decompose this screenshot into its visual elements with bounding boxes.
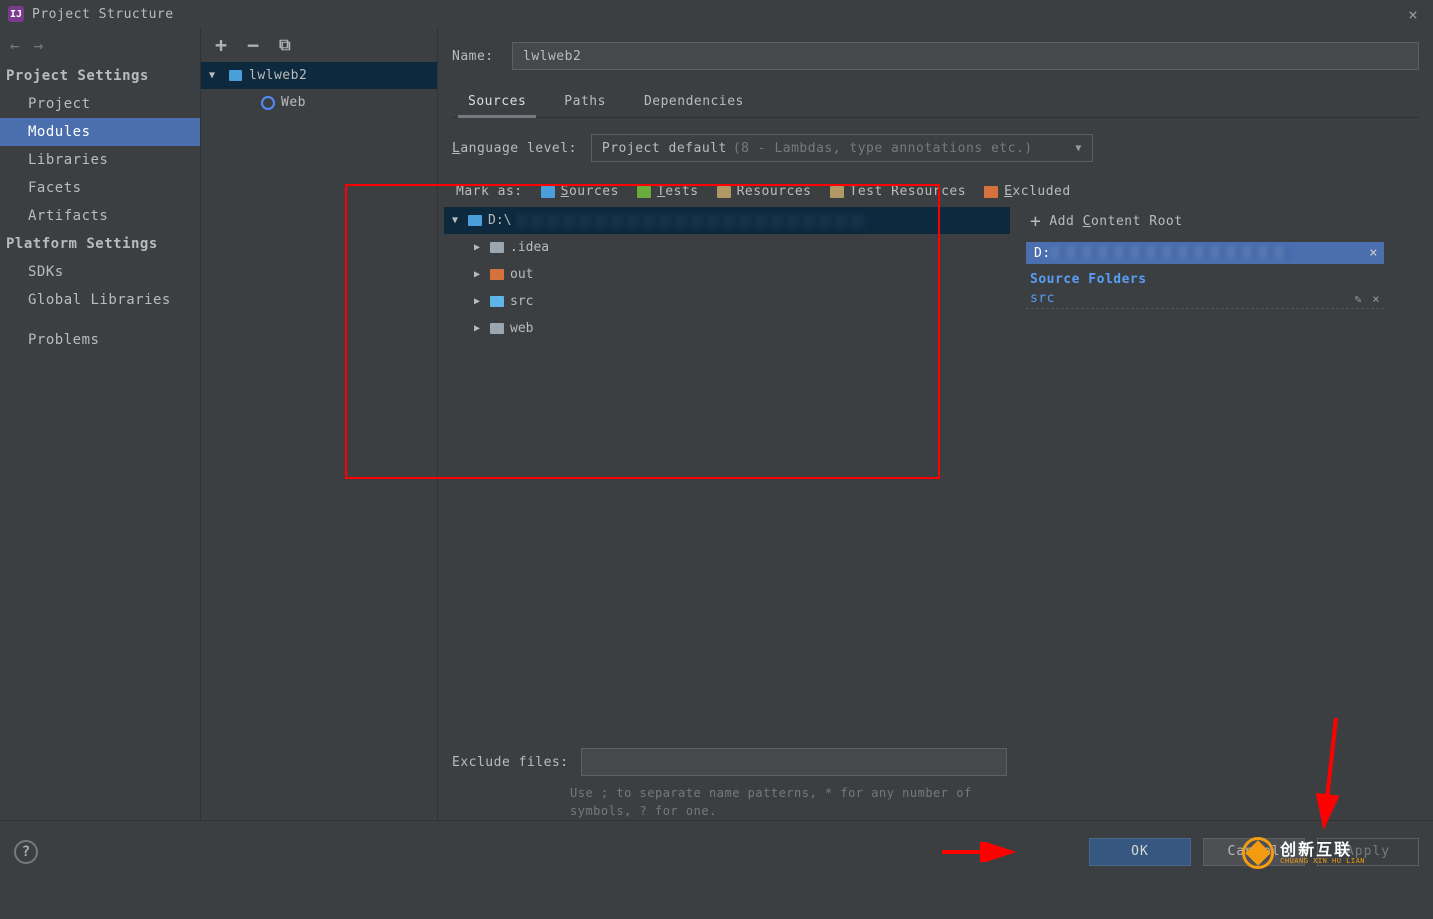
folder-row-idea[interactable]: ▶ .idea <box>444 234 1010 261</box>
folder-icon <box>490 242 504 253</box>
plus-icon: + <box>1030 211 1041 232</box>
settings-sidebar: ← → Project Settings Project Modules Lib… <box>0 28 201 820</box>
mark-resources-button[interactable]: Resources <box>717 184 812 199</box>
mark-as-label: Mark as: <box>456 184 523 199</box>
app-icon: IJ <box>8 6 24 22</box>
source-folder-item[interactable]: src ✎ × <box>1026 289 1384 309</box>
sidebar-item-project[interactable]: Project <box>0 90 200 118</box>
remove-icon[interactable]: × <box>1372 292 1380 306</box>
folder-icon <box>490 296 504 307</box>
facet-label: Web <box>281 95 306 110</box>
sidebar-item-artifacts[interactable]: Artifacts <box>0 202 200 230</box>
redacted-path <box>1051 247 1291 259</box>
folder-row-web[interactable]: ▶ web <box>444 315 1010 342</box>
folder-icon <box>468 215 482 226</box>
sidebar-item-facets[interactable]: Facets <box>0 174 200 202</box>
close-icon[interactable]: × <box>1401 5 1425 24</box>
ok-button[interactable]: OK <box>1089 838 1191 866</box>
resources-color-icon <box>717 186 731 198</box>
chevron-down-icon: ▼ <box>1075 143 1082 154</box>
mark-excluded-button[interactable]: Excluded <box>984 184 1071 199</box>
name-label: Name: <box>452 49 502 64</box>
module-name-input[interactable] <box>512 42 1419 70</box>
tab-dependencies[interactable]: Dependencies <box>640 88 748 117</box>
module-node-root[interactable]: ▼ lwlweb2 <box>201 62 437 89</box>
module-node-web[interactable]: Web <box>201 89 437 116</box>
folder-row-src[interactable]: ▶ src <box>444 288 1010 315</box>
folder-icon <box>490 269 504 280</box>
folder-label: web <box>510 321 533 336</box>
remove-module-icon[interactable]: − <box>247 33 259 57</box>
help-button[interactable]: ? <box>14 840 38 864</box>
sidebar-item-sdks[interactable]: SDKs <box>0 258 200 286</box>
module-tabs: Sources Paths Dependencies <box>452 88 1419 118</box>
logo-text-cn: 创新互联 <box>1280 842 1365 858</box>
logo-text-en: CHUANG XIN HU LIAN <box>1280 858 1365 865</box>
exclude-files-input[interactable] <box>581 748 1007 776</box>
nav-back-icon[interactable]: ← <box>10 36 20 55</box>
redacted-path <box>517 214 867 228</box>
source-folders-header: Source Folders <box>1026 264 1384 289</box>
content-roots-panel: + Add Content Root D: × Source Folders s… <box>1026 207 1384 476</box>
nav-forward-icon[interactable]: → <box>34 36 44 55</box>
remove-root-icon[interactable]: × <box>1369 245 1378 261</box>
module-content: Name: Sources Paths Dependencies Languag… <box>438 28 1433 820</box>
edit-icon[interactable]: ✎ <box>1355 292 1363 306</box>
language-level-hint: (8 - Lambdas, type annotations etc.) <box>733 141 1033 156</box>
exclude-hint: Use ; to separate name patterns, * for a… <box>452 780 1012 820</box>
folder-label: .idea <box>510 240 549 255</box>
exclude-files-label: Exclude files: <box>452 755 569 770</box>
watermark-logo: 创新互联 CHUANG XIN HU LIAN <box>1242 837 1365 869</box>
sidebar-item-modules[interactable]: Modules <box>0 118 200 146</box>
mark-sources-button[interactable]: Sources <box>541 184 619 199</box>
tab-sources[interactable]: Sources <box>464 88 530 117</box>
content-root-row[interactable]: ▼ D:\ <box>444 207 1010 234</box>
logo-icon <box>1242 837 1274 869</box>
module-name: lwlweb2 <box>249 68 307 83</box>
source-folder-tree: ▼ D:\ ▶ .idea ▶ out ▶ <box>444 207 1010 476</box>
section-project-settings: Project Settings <box>0 62 200 90</box>
folder-row-out[interactable]: ▶ out <box>444 261 1010 288</box>
copy-module-icon[interactable]: ⧉ <box>279 35 290 55</box>
window-title: Project Structure <box>32 7 1401 22</box>
mark-tests-button[interactable]: Tests <box>637 184 699 199</box>
language-level-select[interactable]: Project default (8 - Lambdas, type annot… <box>591 134 1093 162</box>
module-icon <box>227 68 243 84</box>
sidebar-item-problems[interactable]: Problems <box>0 326 200 354</box>
expand-icon[interactable]: ▶ <box>470 296 484 307</box>
module-tree-panel: + − ⧉ ▼ lwlweb2 Web <box>201 28 438 820</box>
source-folder-label: src <box>1030 291 1055 306</box>
root-path-prefix: D:\ <box>488 213 511 228</box>
add-content-root-button[interactable]: + Add Content Root <box>1026 207 1384 242</box>
excluded-color-icon <box>984 186 998 198</box>
language-level-label: Language level: <box>452 141 577 156</box>
dialog-footer: ? OK Cancel Apply <box>0 820 1433 882</box>
expand-icon[interactable]: ▶ <box>470 269 484 280</box>
sidebar-item-libraries[interactable]: Libraries <box>0 146 200 174</box>
content-root-path[interactable]: D: × <box>1026 242 1384 264</box>
section-platform-settings: Platform Settings <box>0 230 200 258</box>
collapse-icon[interactable]: ▼ <box>448 215 462 226</box>
folder-label: src <box>510 294 533 309</box>
folder-icon <box>490 323 504 334</box>
title-bar: IJ Project Structure × <box>0 0 1433 28</box>
test-resources-color-icon <box>830 186 844 198</box>
folder-label: out <box>510 267 533 282</box>
expand-icon[interactable]: ▶ <box>470 323 484 334</box>
sources-color-icon <box>541 186 555 198</box>
sidebar-item-global-libraries[interactable]: Global Libraries <box>0 286 200 314</box>
tests-color-icon <box>637 186 651 198</box>
content-root-prefix: D: <box>1034 246 1051 261</box>
expand-icon[interactable]: ▶ <box>470 242 484 253</box>
add-module-icon[interactable]: + <box>215 33 227 57</box>
expand-icon[interactable]: ▼ <box>209 70 221 81</box>
tab-paths[interactable]: Paths <box>560 88 610 117</box>
mark-test-resources-button[interactable]: Test Resources <box>830 184 967 199</box>
language-level-value: Project default <box>602 141 727 156</box>
web-facet-icon <box>261 96 275 110</box>
